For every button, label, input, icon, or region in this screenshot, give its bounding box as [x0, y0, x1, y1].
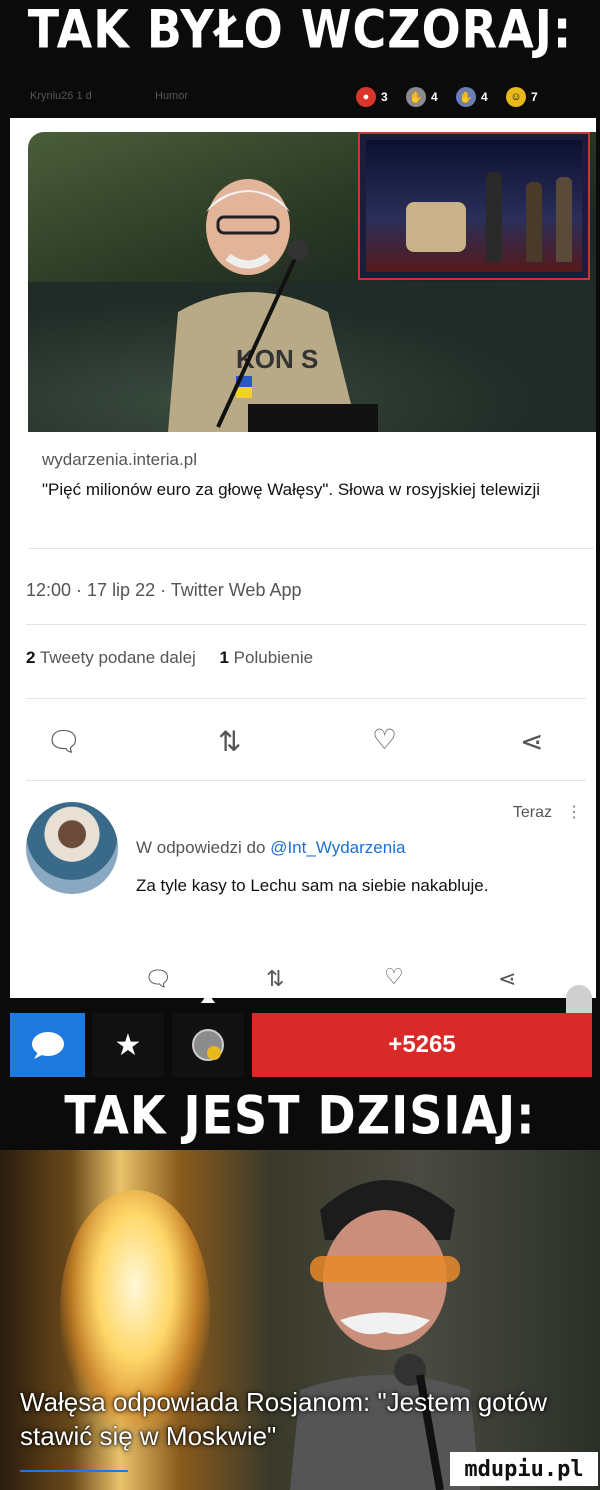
caption-underline [20, 1470, 128, 1472]
upvote-button[interactable]: +5265 [252, 1013, 592, 1077]
like-label[interactable]: Polubienie [234, 648, 313, 667]
like-count: 1 [219, 648, 229, 667]
reply-body: Za tyle kasy to Lechu sam na siebie naka… [136, 876, 489, 895]
mention-link[interactable]: @Int_Wydarzenia [270, 838, 405, 857]
like-icon[interactable]: ♡ [384, 964, 404, 990]
reply-time: Teraz [512, 804, 552, 821]
beaver-icon: ● [356, 87, 376, 107]
more-icon[interactable]: ⋮ [566, 802, 582, 822]
speaker-illustration: KON S [168, 179, 378, 432]
comment-icon [31, 1032, 64, 1059]
reply-icon[interactable]: 🗨 [144, 966, 172, 992]
badge-beaver[interactable]: ● 3 [356, 87, 388, 107]
section-title: TAK JEST DZISIAJ: [64, 1083, 536, 1147]
retweet-icon[interactable]: ⇅ [266, 966, 284, 992]
retweet-icon[interactable]: ⇅ [218, 728, 241, 756]
link-domain: wydarzenia.interia.pl [42, 450, 197, 469]
link-headline: "Pięć milionów euro za głowę Wałęsy". Sł… [42, 480, 540, 499]
site-logo: mdupiu.pl [450, 1452, 598, 1486]
star-icon: ★ [114, 1028, 142, 1062]
favorite-button[interactable]: ★ [92, 1013, 164, 1077]
tweet-photo: KON S [28, 132, 596, 432]
retweet-label[interactable]: Tweety podane dalej [40, 648, 196, 667]
tweet-timestamp: 12:00 · 17 lip 22 · Twitter Web App [26, 580, 302, 600]
photo-caption: Wałęsa odpowiada Rosjanom: "Jestem gotów… [20, 1387, 548, 1451]
badge-emoji[interactable]: ☺ 7 [506, 87, 538, 107]
badge-hand[interactable]: ✋ 4 [406, 87, 438, 107]
post-meta: Kryniu26 1 d Humor ● 3 ✋ 4 ✋ 4 ☺ 7 [0, 85, 600, 109]
retweet-count: 2 [26, 648, 36, 667]
comment-button[interactable] [10, 1013, 85, 1077]
hand-icon: ✋ [406, 87, 426, 107]
tweet-screenshot: KON S wydarzenia.interia.pl "Pięć milion… [10, 118, 596, 998]
like-icon[interactable]: ♡ [372, 726, 397, 754]
author-link[interactable]: Kryniu26 1 d [30, 90, 92, 102]
reply-tweet: Teraz ⋮ W odpowiedzi do @Int_Wydarzenia … [26, 798, 586, 958]
tweet-stats: 2 Tweety podane dalej 1 Polubienie [26, 648, 313, 668]
share-icon[interactable]: ⋖ [520, 728, 543, 756]
collapse-arrow-icon[interactable] [201, 993, 215, 1003]
avatar[interactable] [26, 802, 118, 894]
hand-icon: ✋ [456, 87, 476, 107]
tv-inset [358, 132, 590, 280]
badge-hand-blue[interactable]: ✋ 4 [456, 87, 488, 107]
reply-icon[interactable]: 🗨 [46, 728, 82, 756]
share-icon[interactable]: ⋖ [498, 966, 516, 992]
emoji-icon: ☺ [506, 87, 526, 107]
reply-to: W odpowiedzi do @Int_Wydarzenia [136, 838, 406, 857]
category-link[interactable]: Humor [155, 90, 188, 102]
vote-count: +5265 [388, 1031, 456, 1058]
badge-button[interactable] [172, 1013, 244, 1077]
hand-badge-icon [192, 1029, 224, 1061]
page-title: TAK BYŁO WCZORAJ: [27, 0, 573, 61]
